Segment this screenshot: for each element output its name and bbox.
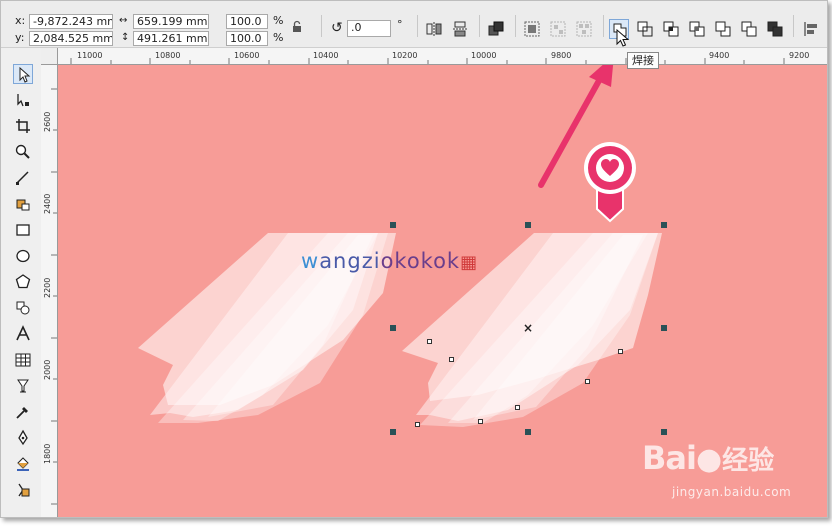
combine-icon[interactable] [486,19,506,39]
drawing-canvas[interactable]: × wangziokokok▦ Bai●经验 jingyan.baidu.com [58,65,827,517]
ruler-h-label: 11000 [77,51,103,60]
path-node[interactable] [515,405,520,410]
intersect-icon[interactable] [661,19,681,39]
group-icon[interactable] [522,19,542,39]
back-minus-front-icon[interactable] [739,19,759,39]
scale-y-field[interactable]: 100.0 [226,31,268,46]
ruler-h-label: 9800 [551,51,572,60]
mirror-horizontal-icon[interactable] [424,19,444,39]
lock-ratio-icon[interactable] [290,20,304,34]
x-label: x: [15,14,26,27]
watermark-prefix: w [301,249,320,273]
ruler-h-label: 9400 [709,51,730,60]
crop-tool-icon[interactable] [13,116,33,136]
outline-pen-tool-icon[interactable] [13,428,33,448]
trim-icon[interactable] [635,19,655,39]
baidu-brand: Bai [642,439,697,477]
baidu-jingyan-logo: Bai●经验 [642,439,774,477]
horizontal-ruler[interactable]: 11000 10800 10600 10400 10200 10000 9800… [41,48,827,65]
ruler-v-label: 2200 [43,277,52,298]
pick-tool-icon[interactable] [13,64,33,84]
app-window: x: -9,872.243 mm y: 2,084.525 mm ↔ 659.1… [0,0,828,518]
selection-handle-tr[interactable] [661,222,667,228]
degree-label: ° [397,18,403,31]
mouse-cursor-icon [616,29,630,47]
ruler-h-label: 10200 [392,51,418,60]
rectangle-tool-icon[interactable] [13,220,33,240]
zoom-tool-icon[interactable] [13,142,33,162]
y-position-field[interactable]: 2,084.525 mm [29,31,113,46]
vertical-ruler[interactable]: 2600 2400 2200 2000 1800 [41,64,58,517]
ruler-v-label: 2400 [43,193,52,214]
interactive-fill-tool-icon[interactable] [13,480,33,500]
basic-shapes-tool-icon[interactable] [13,298,33,318]
path-node[interactable] [427,339,432,344]
create-boundary-icon[interactable] [765,19,785,39]
mirror-vertical-icon[interactable] [450,19,470,39]
property-bar: x: -9,872.243 mm y: 2,084.525 mm ↔ 659.1… [1,1,827,48]
watermark-text: wangziokokok▦ [301,249,478,273]
selection-handle-tm[interactable] [525,222,531,228]
ruler-h-label: 10400 [313,51,339,60]
width-icon: ↔ [119,15,128,26]
jingyan-cn: 经验 [722,446,775,476]
path-node[interactable] [618,349,623,354]
blend-tool-icon[interactable] [13,376,33,396]
ungroup-icon[interactable] [548,19,568,39]
simplify-icon[interactable] [687,19,707,39]
selection-handle-br[interactable] [661,429,667,435]
selection-handle-bm[interactable] [525,429,531,435]
toolbox [1,48,42,517]
watermark-grid-icon: ▦ [460,252,479,273]
watermark-mid: angzi [319,249,381,273]
path-node[interactable] [585,379,590,384]
height-icon: ↕ [121,32,130,43]
ruler-h-label: 9200 [789,51,810,60]
front-minus-back-icon[interactable] [713,19,733,39]
ruler-origin[interactable] [41,48,58,65]
scale-x-field[interactable]: 100.0 [226,14,268,29]
ruler-v-label: 2000 [43,359,52,380]
watermark-suffix: okokok [380,249,461,273]
heart-pin-icon [584,142,636,223]
path-node[interactable] [449,357,454,362]
y-label: y: [15,31,25,44]
path-node[interactable] [478,419,483,424]
jingyan-url: jingyan.baidu.com [672,485,792,499]
ellipse-tool-icon[interactable] [13,246,33,266]
width-field[interactable]: 659.199 mm [133,14,209,29]
ruler-h-label: 10800 [155,51,181,60]
paw-icon: ● [695,442,723,477]
fill-tool-icon[interactable] [13,454,33,474]
ruler-v-label: 2600 [43,111,52,132]
scale-x-percent: % [273,14,284,27]
rotation-field[interactable]: .0 [347,20,391,37]
path-node[interactable] [415,422,420,427]
selection-handle-mr[interactable] [661,325,667,331]
align-distribute-icon[interactable] [801,19,821,39]
selection-handle-tl[interactable] [390,222,396,228]
polygon-tool-icon[interactable] [13,272,33,292]
table-tool-icon[interactable] [13,350,33,370]
weld-tooltip: 焊接 [627,52,659,69]
ruler-v-label: 1800 [43,443,52,464]
selection-handle-bl[interactable] [390,429,396,435]
height-field[interactable]: 491.261 mm [133,31,209,46]
ruler-h-label: 10600 [234,51,260,60]
center-marker-icon[interactable]: × [523,322,533,334]
rotate-icon: ↺ [331,20,343,36]
eyedropper-tool-icon[interactable] [13,402,33,422]
x-position-field[interactable]: -9,872.243 mm [29,14,113,29]
shape-tool-icon[interactable] [13,90,33,110]
smart-fill-tool-icon[interactable] [13,194,33,214]
ungroup-all-icon[interactable] [574,19,594,39]
ruler-h-label: 10000 [471,51,497,60]
text-tool-icon[interactable] [13,324,33,344]
selection-handle-ml[interactable] [390,325,396,331]
scale-y-percent: % [273,31,284,44]
freehand-tool-icon[interactable] [13,168,33,188]
